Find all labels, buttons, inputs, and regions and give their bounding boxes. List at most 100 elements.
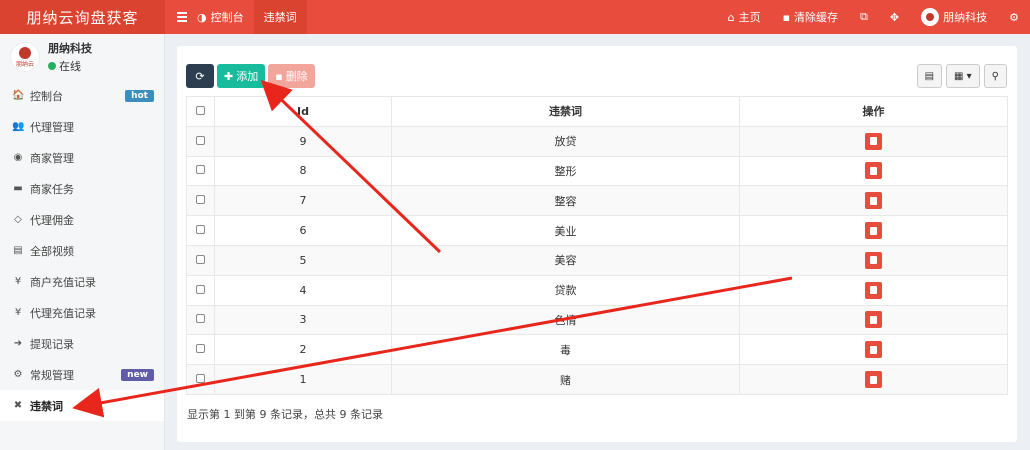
diamond-icon: ◇ xyxy=(14,214,22,225)
search-button[interactable]: ⚲ xyxy=(983,64,1007,88)
language-button[interactable]: ⧉ xyxy=(849,0,879,34)
row-delete-button[interactable] xyxy=(865,281,882,299)
row-checkbox[interactable] xyxy=(196,225,205,235)
row-delete-button[interactable] xyxy=(865,251,882,269)
user-menu[interactable]: 朋纳科技 xyxy=(910,0,998,34)
trash-icon xyxy=(870,315,877,324)
sidebar-item-1[interactable]: 👥 代理管理 xyxy=(0,111,164,142)
select-all-cell[interactable] xyxy=(186,96,215,127)
row-delete-button[interactable] xyxy=(865,162,882,180)
refresh-button[interactable]: ⟳ xyxy=(186,64,214,88)
column-header-id[interactable]: Id xyxy=(214,96,392,127)
row-checkbox[interactable] xyxy=(196,284,205,294)
refresh-icon: ⟳ xyxy=(195,69,205,83)
row-actions xyxy=(739,185,1008,217)
sidebar-item-label: 提现记录 xyxy=(30,337,74,351)
row-select-cell[interactable] xyxy=(186,334,215,366)
row-checkbox[interactable] xyxy=(196,135,205,145)
row-actions xyxy=(739,364,1008,395)
toggle-view-button[interactable]: ▤ xyxy=(916,64,943,88)
table-row: 8 整形 xyxy=(186,155,1008,187)
row-id: 6 xyxy=(214,215,392,246)
row-delete-button[interactable] xyxy=(865,311,882,329)
user-name: 朋纳科技 xyxy=(48,42,92,55)
clear-cache-button[interactable]: ▪ 清除缓存 xyxy=(772,0,849,34)
row-select-cell[interactable] xyxy=(186,304,215,336)
sidebar-item-9[interactable]: ⚙ 常规管理 new xyxy=(0,359,164,390)
row-select-cell[interactable] xyxy=(186,364,215,395)
yen-icon: ¥ xyxy=(14,276,22,287)
row-actions xyxy=(739,125,1008,157)
row-delete-button[interactable] xyxy=(865,371,882,389)
dashboard-icon: 🏠 xyxy=(12,90,25,101)
row-select-cell[interactable] xyxy=(186,274,215,306)
close-icon: ✖ xyxy=(13,400,23,411)
home-link[interactable]: ⌂ 主页 xyxy=(717,0,772,34)
top-tab-banned-words[interactable]: 违禁词 xyxy=(253,0,307,34)
row-checkbox[interactable] xyxy=(196,195,205,205)
row-id: 7 xyxy=(214,185,392,217)
menu-toggle-icon[interactable] xyxy=(165,12,187,22)
row-delete-button[interactable] xyxy=(865,341,882,359)
translate-icon: ⧉ xyxy=(860,10,868,23)
row-select-cell[interactable] xyxy=(186,125,215,157)
sidebar-item-2[interactable]: ◉ 商家管理 xyxy=(0,142,164,173)
row-word: 贷款 xyxy=(391,274,740,306)
add-button[interactable]: ✚ 添加 xyxy=(217,64,266,88)
select-all-checkbox[interactable] xyxy=(196,105,205,115)
row-checkbox[interactable] xyxy=(196,344,205,354)
sidebar-item-8[interactable]: ➜ 提现记录 xyxy=(0,328,164,359)
row-delete-button[interactable] xyxy=(865,132,882,150)
top-navbar: 朋纳云询盘获客 ◑ 控制台 违禁词 ⌂ 主页 ▪ 清除缓存 ⧉ ✥ 朋纳科技 ⚙ xyxy=(0,0,1030,34)
row-id: 3 xyxy=(214,304,392,336)
sidebar-item-3[interactable]: ▬ 商家任务 xyxy=(0,173,164,204)
column-header-word[interactable]: 违禁词 xyxy=(391,96,740,127)
gears-icon: ⚙ xyxy=(13,369,23,380)
trash-icon xyxy=(870,286,877,295)
sidebar-item-7[interactable]: ¥ 代理充值记录 xyxy=(0,297,164,328)
table-row: 3 色情 xyxy=(186,304,1008,336)
row-delete-button[interactable] xyxy=(865,192,882,210)
row-checkbox[interactable] xyxy=(196,314,205,324)
row-delete-button[interactable] xyxy=(865,222,882,240)
row-checkbox[interactable] xyxy=(196,374,205,384)
row-select-cell[interactable] xyxy=(186,155,215,187)
sidebar-item-label: 代理充值记录 xyxy=(30,306,96,320)
dashboard-icon: ◑ xyxy=(197,10,207,24)
settings-button[interactable]: ⚙ xyxy=(998,0,1030,34)
columns-button[interactable]: ▦ ▾ xyxy=(946,64,980,88)
brand-logo[interactable]: 朋纳云询盘获客 xyxy=(0,0,165,34)
sidebar-item-6[interactable]: ¥ 商户充值记录 xyxy=(0,266,164,297)
trash-icon xyxy=(870,256,877,265)
row-select-cell[interactable] xyxy=(186,244,215,276)
toolbar: ⟳ ✚ 添加 ▪ 删除 xyxy=(186,64,315,88)
sidebar-item-5[interactable]: ▤ 全部视频 xyxy=(0,235,164,266)
row-actions xyxy=(739,155,1008,187)
sidebar-item-10[interactable]: ✖ 违禁词 xyxy=(0,390,164,421)
row-select-cell[interactable] xyxy=(186,215,215,246)
fullscreen-icon: ✥ xyxy=(889,10,900,24)
trash-icon xyxy=(870,196,877,205)
row-actions xyxy=(739,244,1008,276)
row-select-cell[interactable] xyxy=(186,185,215,217)
row-id: 2 xyxy=(214,334,392,366)
row-word: 美容 xyxy=(391,244,740,276)
sidebar-item-4[interactable]: ◇ 代理佣金 xyxy=(0,204,164,235)
row-id: 8 xyxy=(214,155,392,187)
row-checkbox[interactable] xyxy=(196,254,205,264)
table-row: 1赌 xyxy=(186,364,1008,395)
sidebar-item-label: 商家管理 xyxy=(30,151,74,165)
top-tab-dashboard[interactable]: ◑ 控制台 xyxy=(187,0,254,34)
status-badge: new xyxy=(121,368,154,381)
sidebar-item-label: 全部视频 xyxy=(30,244,74,258)
sidebar-item-0[interactable]: 🏠 控制台 hot xyxy=(0,80,164,111)
sidebar-item-label: 代理管理 xyxy=(30,120,74,134)
table-tools: ▤ ▦ ▾ ⚲ xyxy=(916,64,1007,88)
row-id: 9 xyxy=(214,125,392,157)
row-word: 放贷 xyxy=(391,125,740,157)
row-checkbox[interactable] xyxy=(196,165,205,175)
fullscreen-button[interactable]: ✥ xyxy=(879,0,910,34)
row-actions xyxy=(739,304,1008,336)
delete-button[interactable]: ▪ 删除 xyxy=(268,64,315,88)
avatar xyxy=(921,8,940,26)
